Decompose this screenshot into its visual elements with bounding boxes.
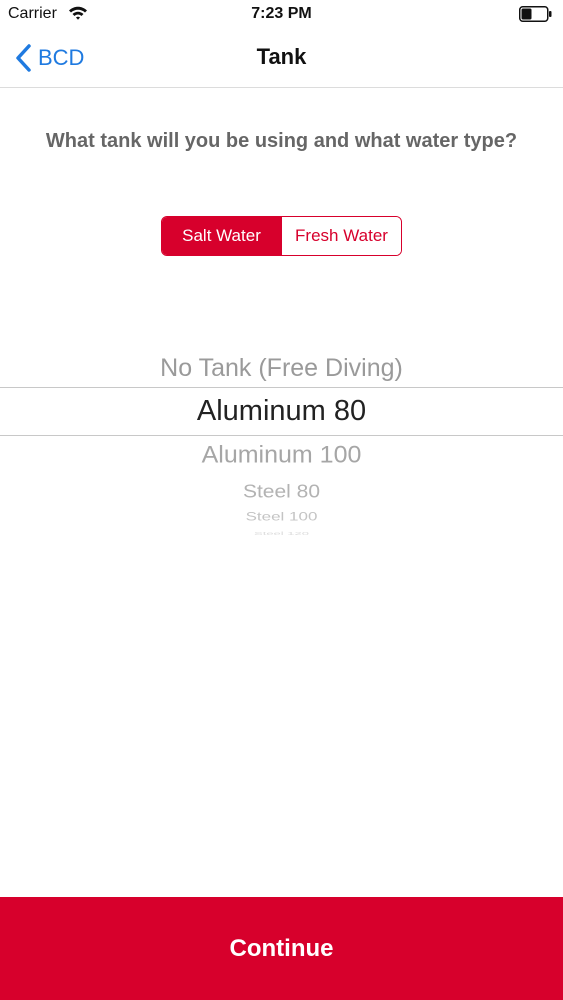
segment-salt-water[interactable]: Salt Water bbox=[162, 217, 281, 255]
tank-picker[interactable]: No Tank (Free Diving) Aluminum 80 Alumin… bbox=[0, 340, 563, 540]
navigation-bar: BCD Tank bbox=[0, 30, 563, 88]
clock: 7:23 PM bbox=[251, 5, 312, 22]
status-bar: Carrier 7:23 PM bbox=[0, 0, 563, 30]
picker-item[interactable]: Steel 120 bbox=[0, 531, 563, 536]
picker-item-selected[interactable]: Aluminum 80 bbox=[0, 395, 563, 428]
picker-item[interactable]: Steel 80 bbox=[0, 481, 563, 502]
picker-item[interactable]: Aluminum 100 bbox=[0, 442, 563, 470]
picker-item[interactable]: No Tank (Free Diving) bbox=[0, 354, 563, 383]
battery-icon bbox=[519, 6, 552, 22]
question-text: What tank will you be using and what wat… bbox=[45, 130, 518, 152]
picker-selection-top-line bbox=[0, 387, 563, 388]
picker-selection-bottom-line bbox=[0, 435, 563, 436]
water-type-segmented-control: Salt Water Fresh Water bbox=[161, 216, 402, 256]
continue-label: Continue bbox=[229, 934, 334, 962]
continue-button[interactable]: Continue bbox=[0, 897, 563, 1000]
picker-item[interactable]: Steel 100 bbox=[0, 510, 563, 524]
battery-fill bbox=[521, 8, 532, 20]
segment-fresh-water[interactable]: Fresh Water bbox=[281, 217, 401, 255]
tank-screen: Carrier 7:23 PM BCD Tank What tank will … bbox=[0, 0, 563, 1000]
page-title: Tank bbox=[256, 44, 307, 69]
